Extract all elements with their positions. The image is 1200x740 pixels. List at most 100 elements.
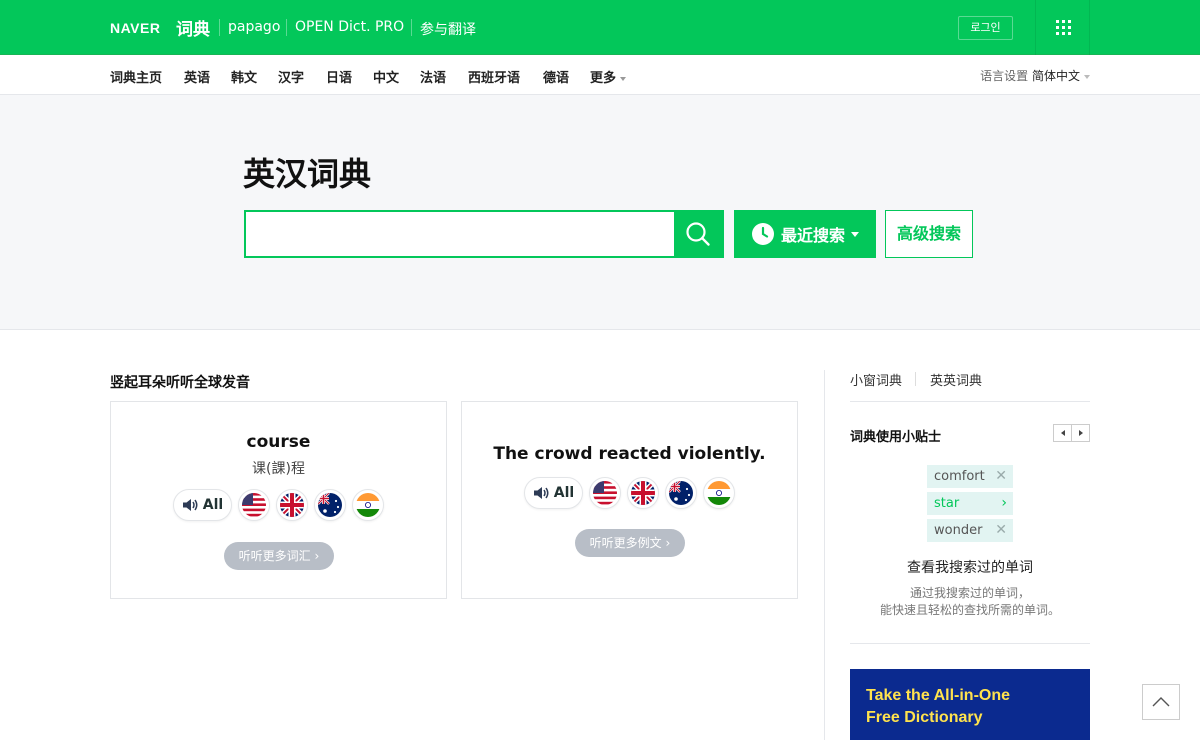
clock-icon xyxy=(751,223,774,245)
card-meaning: 课(課)程 xyxy=(252,461,305,477)
apps-menu-button[interactable] xyxy=(1035,0,1090,55)
search-box xyxy=(244,210,724,258)
tips-pager xyxy=(1053,424,1090,442)
history-word: comfort xyxy=(934,469,985,484)
nav-item-german[interactable]: 德语 xyxy=(543,67,569,86)
language-setting-value: 简体中文 xyxy=(1031,69,1080,83)
nav-item-english[interactable]: 英语 xyxy=(184,67,210,86)
play-all-label: All xyxy=(202,497,224,513)
language-setting[interactable]: 语言设置 简体中文 xyxy=(980,67,1090,84)
close-icon: ✕ xyxy=(995,522,1007,538)
us-flag-icon xyxy=(242,493,267,517)
uk-flag-icon xyxy=(280,493,305,517)
top-divider xyxy=(411,19,412,36)
dict-logo[interactable]: 词典 xyxy=(176,15,210,40)
nav-item-hanzi[interactable]: 汉字 xyxy=(278,67,304,86)
chevron-down-icon xyxy=(1084,74,1090,79)
back-to-top-button[interactable] xyxy=(1142,684,1180,720)
translate-participate-link[interactable]: 参与翻译 xyxy=(420,19,476,39)
recent-search-button[interactable]: 最近搜索 xyxy=(734,210,876,258)
sidebar-divider xyxy=(850,401,1090,402)
history-word: wonder xyxy=(934,523,983,538)
sidebar-divider xyxy=(850,643,1090,644)
top-divider xyxy=(219,19,220,36)
nav-item-more[interactable]: 更多 xyxy=(590,67,627,86)
chevron-right-icon: › xyxy=(1001,495,1007,511)
in-flag-icon xyxy=(356,493,381,517)
tips-heading: 查看我搜索过的单词 xyxy=(907,560,1033,576)
nav-item-japanese[interactable]: 日语 xyxy=(326,67,352,86)
more-words-button[interactable]: 听听更多词汇 › xyxy=(224,542,334,570)
chevron-up-icon xyxy=(1152,697,1170,707)
history-chip: comfort ✕ xyxy=(927,465,1013,488)
promo-banner[interactable]: Take the All-in-One Free Dictionary xyxy=(850,669,1090,740)
play-all-label: All xyxy=(553,485,575,501)
advanced-search-button[interactable]: 高级搜索 xyxy=(885,210,973,258)
tab-mini-dict[interactable]: 小窗词典 xyxy=(850,370,902,389)
page-title: 英汉词典 xyxy=(243,155,372,193)
tips-title: 词典使用小贴士 xyxy=(850,430,942,445)
more-words-label: 听听更多词汇 xyxy=(238,549,311,563)
play-uk-button[interactable] xyxy=(276,489,309,521)
history-chip: wonder ✕ xyxy=(927,519,1013,542)
nav-item-korean[interactable]: 韩文 xyxy=(231,67,257,86)
prev-tip-button[interactable] xyxy=(1054,425,1071,441)
close-icon: ✕ xyxy=(995,468,1007,484)
tips-description: 能快速且轻松的查找所需的单词。 xyxy=(879,603,1060,617)
chevron-right-icon xyxy=(1078,430,1083,436)
search-button[interactable] xyxy=(674,212,722,256)
open-dict-pro-link[interactable]: OPEN Dict. PRO xyxy=(295,19,404,35)
speaker-icon xyxy=(182,499,198,511)
au-flag-icon xyxy=(318,493,343,517)
top-bar: NAVER 词典 papago OPEN Dict. PRO 参与翻译 로그인 xyxy=(0,0,1200,55)
search-icon xyxy=(686,222,710,246)
chevron-left-icon xyxy=(1060,430,1065,436)
next-tip-button[interactable] xyxy=(1071,425,1089,441)
top-divider xyxy=(286,19,287,36)
language-setting-label: 语言设置 xyxy=(980,69,1029,83)
nav-item-dict-home[interactable]: 词典主页 xyxy=(110,67,162,86)
play-au-button[interactable] xyxy=(314,489,347,521)
card-word[interactable]: course xyxy=(111,432,446,452)
banner-line: Free Dictionary xyxy=(866,709,983,726)
play-uk-button[interactable] xyxy=(627,477,660,509)
more-sentences-button[interactable]: 听听更多例文 › xyxy=(575,529,685,557)
login-button[interactable]: 로그인 xyxy=(958,16,1013,40)
card-sentence[interactable]: The crowd reacted violently. xyxy=(462,444,797,464)
more-sentences-label: 听听更多例文 xyxy=(589,536,662,550)
pronunciation-card-word: course 课(課)程 All 听听更多词汇 › xyxy=(110,401,447,599)
au-flag-icon xyxy=(669,481,694,505)
play-au-button[interactable] xyxy=(665,477,698,509)
sidebar-divider xyxy=(824,370,825,740)
pronunciation-card-sentence: The crowd reacted violently. All 听听更多例文 … xyxy=(461,401,798,599)
play-us-button[interactable] xyxy=(238,489,271,521)
grid-icon xyxy=(1056,20,1071,35)
us-flag-icon xyxy=(593,481,618,505)
play-in-button[interactable] xyxy=(352,489,385,521)
search-hero: 英汉词典 最近搜索 高级搜索 xyxy=(0,95,1200,330)
section-title: 竖起耳朵听听全球发音 xyxy=(110,375,250,391)
audio-controls: All xyxy=(462,477,797,509)
history-chip: star › xyxy=(927,492,1013,515)
naver-logo[interactable]: NAVER xyxy=(110,20,160,36)
tab-english-english[interactable]: 英英词典 xyxy=(930,370,982,389)
tips-description: 通过我搜索过的单词， xyxy=(909,586,1030,600)
search-input[interactable] xyxy=(246,212,676,256)
speaker-icon xyxy=(533,487,549,499)
nav-item-french[interactable]: 法语 xyxy=(420,67,446,86)
audio-controls: All xyxy=(111,489,446,521)
papago-link[interactable]: papago xyxy=(228,19,280,35)
recent-search-label: 最近搜索 xyxy=(780,226,845,245)
play-all-button[interactable]: All xyxy=(523,477,584,509)
nav-item-chinese[interactable]: 中文 xyxy=(373,67,399,86)
banner-line: Take the All-in-One xyxy=(866,687,1011,704)
play-us-button[interactable] xyxy=(589,477,622,509)
play-in-button[interactable] xyxy=(703,477,736,509)
history-word: star xyxy=(934,496,960,511)
in-flag-icon xyxy=(707,481,732,505)
nav-item-spanish[interactable]: 西班牙语 xyxy=(468,67,520,86)
language-nav: 词典主页 英语 韩文 汉字 日语 中文 法语 西班牙语 德语 更多 语言设置 简… xyxy=(0,55,1200,95)
tab-divider xyxy=(915,372,916,386)
play-all-button[interactable]: All xyxy=(172,489,233,521)
uk-flag-icon xyxy=(631,481,656,505)
